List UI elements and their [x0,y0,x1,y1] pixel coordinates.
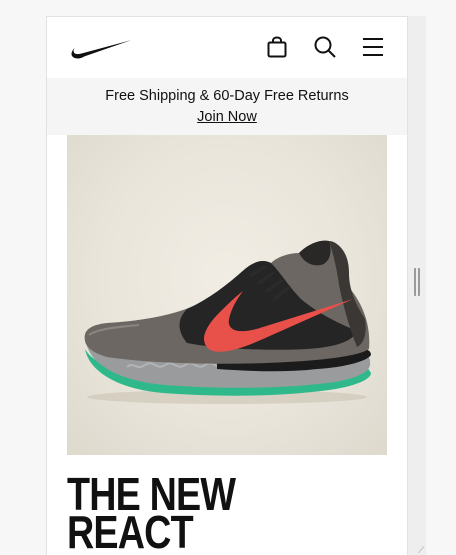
resize-handle[interactable] [414,268,420,296]
hero-product-image[interactable] [67,135,387,455]
search-button[interactable] [312,34,338,60]
nike-logo[interactable] [70,37,132,59]
running-shoe-image [84,240,371,404]
menu-button[interactable] [360,34,386,60]
shopping-bag-icon [267,36,287,58]
mobile-viewport: Free Shipping & 60-Day Free Returns Join… [46,16,408,555]
hamburger-menu-icon [363,38,383,56]
promo-text: Free Shipping & 60-Day Free Returns [105,88,349,104]
resize-corner-icon[interactable]: ⟋ [418,546,426,555]
promo-banner: Free Shipping & 60-Day Free Returns Join… [47,78,407,135]
hero-headline: THE NEW REACT [67,471,329,555]
join-now-link[interactable]: Join Now [47,108,407,126]
nike-swoosh-icon [71,40,131,59]
shopping-bag-button[interactable] [264,34,290,60]
site-header [47,17,407,78]
search-icon [314,36,336,58]
